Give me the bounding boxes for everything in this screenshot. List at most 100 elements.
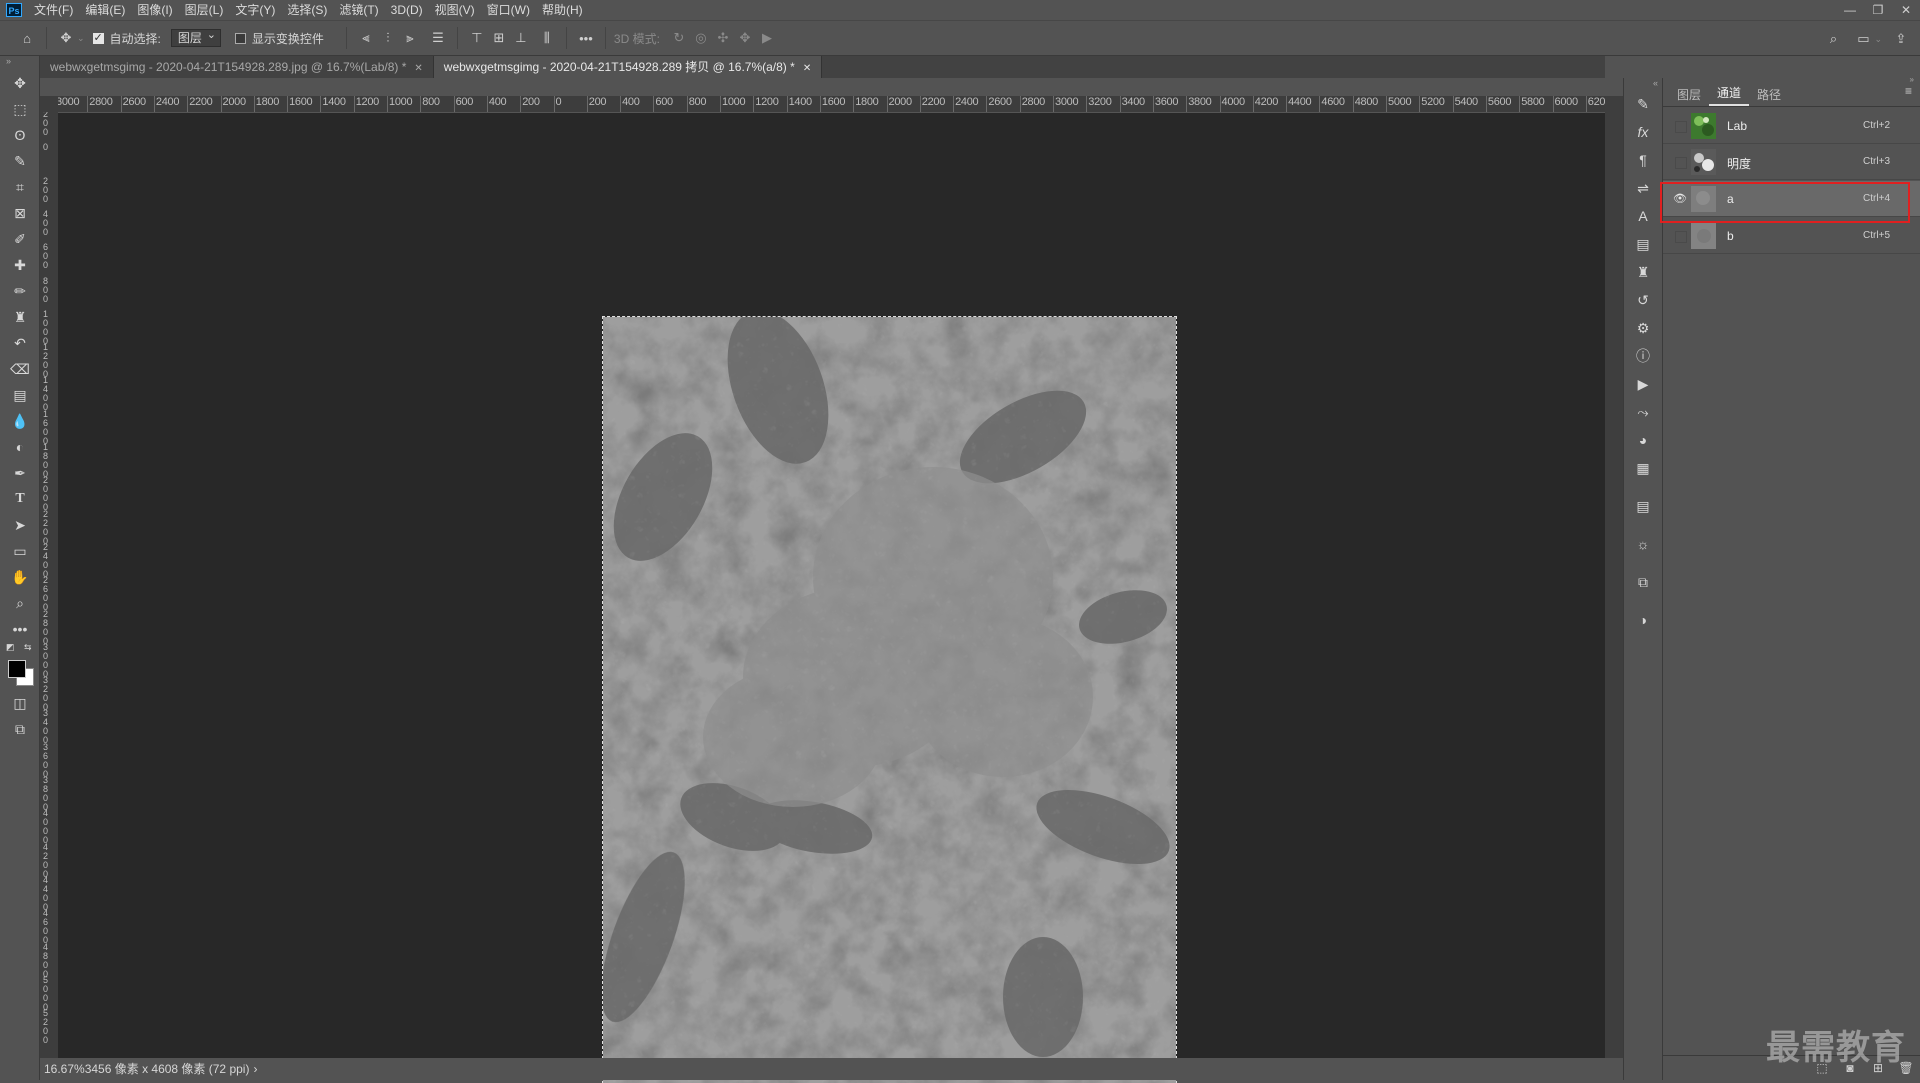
align-bottom-icon[interactable]: ⊥ xyxy=(510,27,532,49)
panel-menu-icon[interactable]: ≡ xyxy=(1905,84,1912,98)
brush-settings-icon[interactable]: ✎ xyxy=(1624,90,1662,118)
menu-file[interactable]: 文件(F) xyxy=(28,0,79,20)
distribute-vertical-icon[interactable]: ⫼ xyxy=(536,27,558,49)
styles-icon[interactable]: fx xyxy=(1624,118,1662,146)
crop-tool-icon[interactable]: ⌗ xyxy=(0,174,40,200)
actions-icon[interactable]: ▶ xyxy=(1624,370,1662,398)
visibility-toggle[interactable] xyxy=(1675,157,1687,169)
history-brush-tool-icon[interactable]: ↶ xyxy=(0,330,40,356)
tab-document-copy[interactable]: webwxgetmsgimg - 2020-04-21T154928.289 拷… xyxy=(433,56,823,78)
auto-select-option[interactable]: 自动选择: xyxy=(92,30,161,47)
home-icon[interactable]: ⌂ xyxy=(16,27,38,49)
visibility-toggle[interactable] xyxy=(1675,231,1687,243)
menu-view[interactable]: 视图(V) xyxy=(429,0,481,20)
menu-image[interactable]: 图像(I) xyxy=(131,0,178,20)
close-icon[interactable]: ✕ xyxy=(414,63,422,74)
align-right-icon[interactable]: ⫸ xyxy=(399,27,421,49)
dodge-tool-icon[interactable]: ◐ xyxy=(0,434,40,460)
tab-document-original[interactable]: webwxgetmsgimg - 2020-04-21T154928.289.j… xyxy=(40,56,434,78)
menu-select[interactable]: 选择(S) xyxy=(281,0,333,20)
healing-brush-tool-icon[interactable]: ✚ xyxy=(0,252,40,278)
menu-type[interactable]: 文字(Y) xyxy=(229,0,281,20)
tab-paths[interactable]: 路径 xyxy=(1749,84,1789,106)
character-icon[interactable]: A xyxy=(1624,202,1662,230)
search-icon[interactable]: ⌕ xyxy=(1822,28,1844,50)
vertical-scrollbar[interactable] xyxy=(1605,96,1623,1058)
visibility-toggle[interactable] xyxy=(1675,121,1687,133)
more-options-button[interactable]: ••• xyxy=(575,27,597,49)
screen-mode-icon[interactable]: ⧉ xyxy=(0,716,40,742)
collapse-icon[interactable]: « xyxy=(1624,78,1662,90)
chevron-down-icon[interactable]: ⌄ xyxy=(1874,28,1882,50)
swap-colors-icon[interactable]: ⇆ xyxy=(24,642,32,653)
frame-tool-icon[interactable]: ⊠ xyxy=(0,200,40,226)
menu-filter[interactable]: 滤镜(T) xyxy=(333,0,384,20)
status-menu-arrow[interactable]: › xyxy=(253,1062,257,1076)
horizontal-ruler[interactable]: 3000 2800 2600 2400 2200 2000 1800 1600 1400 1200… xyxy=(58,96,1605,113)
channel-row-lab[interactable]: Lab Ctrl+2 xyxy=(1663,108,1920,144)
menu-layer[interactable]: 图层(L) xyxy=(179,0,230,20)
hand-tool-icon[interactable]: ✋ xyxy=(0,564,40,590)
marquee-tool-icon[interactable]: ⬚ xyxy=(0,96,40,122)
eraser-tool-icon[interactable]: ⌫ xyxy=(0,356,40,382)
align-left-icon[interactable]: ⫷ xyxy=(355,27,377,49)
align-middle-icon[interactable]: ⊞ xyxy=(488,27,510,49)
menu-window[interactable]: 窗口(W) xyxy=(481,0,536,20)
auto-select-checkbox[interactable] xyxy=(92,31,104,44)
adjustments-icon[interactable]: ⇌ xyxy=(1624,174,1662,202)
close-icon[interactable]: ✕ xyxy=(1892,0,1920,20)
paragraph-icon[interactable]: ¶ xyxy=(1624,146,1662,174)
workspace-icon[interactable]: ▭ xyxy=(1852,28,1874,50)
more-tools-icon[interactable]: ••• xyxy=(0,616,40,642)
zoom-level[interactable]: 16.67% xyxy=(44,1062,85,1076)
ruler-origin[interactable] xyxy=(40,96,58,112)
info-icon[interactable]: ⓘ xyxy=(1624,342,1662,370)
type-tool-icon[interactable]: T xyxy=(0,486,40,512)
collapse-icon[interactable]: » xyxy=(0,56,39,70)
chevron-down-icon[interactable]: ⌄ xyxy=(77,33,85,44)
notes-icon[interactable]: ▤ xyxy=(1624,492,1662,520)
show-transform-checkbox[interactable] xyxy=(234,32,246,44)
clone-stamp-tool-icon[interactable]: ♜ xyxy=(0,304,40,330)
eyedropper-tool-icon[interactable]: ✐ xyxy=(0,226,40,252)
show-transform-option[interactable]: 显示变换控件 xyxy=(234,30,324,47)
blur-tool-icon[interactable]: 💧 xyxy=(0,408,40,434)
brightness-icon[interactable]: ☼ xyxy=(1624,530,1662,558)
align-top-icon[interactable]: ⊤ xyxy=(466,27,488,49)
minimize-icon[interactable]: — xyxy=(1836,0,1864,20)
distribute-icon[interactable]: ☰ xyxy=(427,27,449,49)
tab-channels[interactable]: 通道 xyxy=(1709,82,1750,106)
libraries-icon[interactable]: ▤ xyxy=(1624,230,1662,258)
path-select-tool-icon[interactable]: ➤ xyxy=(0,512,40,538)
channel-row-lightness[interactable]: 明度 Ctrl+3 xyxy=(1663,144,1920,180)
swatches-icon[interactable]: ▦ xyxy=(1624,454,1662,482)
align-center-icon[interactable]: ⫶ xyxy=(377,27,399,49)
auto-select-dropdown[interactable]: 图层 xyxy=(170,27,221,47)
move-tool-icon[interactable]: ✥ xyxy=(55,27,77,49)
paths-icon[interactable]: ⤳ xyxy=(1624,398,1662,426)
brush-tool-icon[interactable]: ✏ xyxy=(0,278,40,304)
history-icon[interactable]: ↺ xyxy=(1624,286,1662,314)
foreground-color-swatch[interactable] xyxy=(8,660,26,678)
close-icon[interactable]: ✕ xyxy=(803,63,811,74)
color-icon[interactable]: ◑ xyxy=(1624,606,1662,634)
tab-layers[interactable]: 图层 xyxy=(1669,84,1709,106)
3d-icon[interactable]: ◕ xyxy=(1624,426,1662,454)
zoom-tool-icon[interactable]: ⌕ xyxy=(0,590,40,616)
quick-mask-icon[interactable]: ◫ xyxy=(0,690,40,716)
document-image[interactable] xyxy=(602,316,1177,1083)
default-colors-icon[interactable]: ◩ xyxy=(6,642,15,653)
pen-tool-icon[interactable]: ✒ xyxy=(0,460,40,486)
vertical-ruler[interactable]: 200 0 200 400 600 800 1000 1200 1400 1600 1800 2000… xyxy=(40,112,59,1058)
gradient-tool-icon[interactable]: ▤ xyxy=(0,382,40,408)
navigator-icon[interactable]: ⧉ xyxy=(1624,568,1662,596)
rectangle-tool-icon[interactable]: ▭ xyxy=(0,538,40,564)
menu-help[interactable]: 帮助(H) xyxy=(536,0,589,20)
move-tool-icon[interactable]: ✥ xyxy=(0,70,40,96)
quick-select-tool-icon[interactable]: ✎ xyxy=(0,148,40,174)
lasso-tool-icon[interactable]: ʘ xyxy=(0,122,40,148)
properties-icon[interactable]: ⚙ xyxy=(1624,314,1662,342)
restore-icon[interactable]: ❐ xyxy=(1864,0,1892,20)
channel-row-b[interactable]: b Ctrl+5 xyxy=(1663,218,1920,254)
canvas-area[interactable] xyxy=(58,113,1605,1083)
